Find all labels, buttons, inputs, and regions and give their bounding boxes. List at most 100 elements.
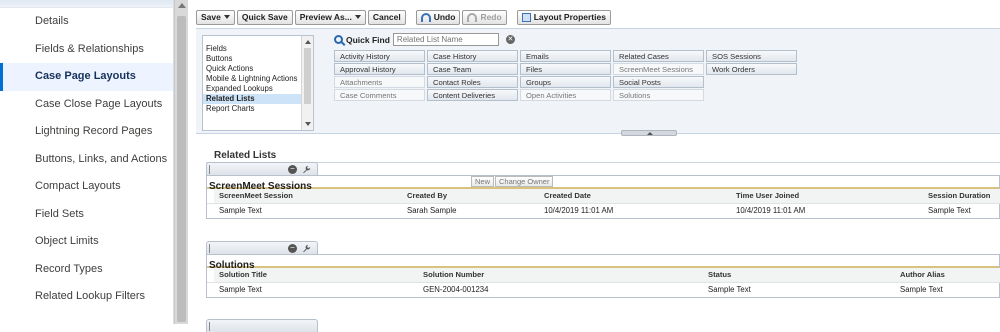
nav-item-related-lookup-filters[interactable]: Related Lookup Filters — [0, 283, 173, 311]
wrench-icon[interactable] — [302, 165, 311, 174]
palette-category-item[interactable]: Buttons — [203, 54, 313, 64]
palette-item[interactable]: Solutions — [613, 89, 704, 101]
category-scrollbar[interactable] — [301, 36, 313, 130]
palette-items-grid: Activity History Case History Emails Relate… — [334, 50, 797, 102]
column-header[interactable]: Status — [703, 268, 895, 283]
category-items: Fields Buttons Quick Actions Mobile & Light… — [203, 36, 313, 114]
scroll-thumb[interactable] — [177, 16, 186, 322]
related-list-button[interactable]: Change Owner — [495, 176, 554, 187]
palette-item[interactable]: Open Activities — [520, 89, 611, 101]
palette-category-item[interactable]: Report Charts — [203, 104, 313, 114]
palette-item[interactable]: Groups — [520, 76, 611, 88]
layout-editor: Save Quick Save Preview As... Cancel Und… — [196, 0, 1000, 332]
related-list-block[interactable] — [206, 319, 1000, 332]
palette-resize-handle[interactable] — [621, 130, 677, 136]
redo-label: Redo — [480, 11, 502, 22]
scroll-thumb[interactable] — [304, 48, 311, 104]
palette-item[interactable]: Social Posts — [613, 76, 704, 88]
table-row: Sample Text GEN-2004-001234 Sample Text Sam… — [207, 282, 1000, 297]
related-list-button[interactable]: New — [471, 176, 495, 187]
palette-item[interactable]: Case Team — [427, 63, 518, 75]
column-header[interactable]: Created Date — [539, 189, 731, 204]
quick-save-button[interactable]: Quick Save — [236, 9, 293, 25]
quick-find: Quick Find ✕ — [334, 33, 515, 46]
cancel-label: Cancel — [372, 11, 401, 22]
palette-item[interactable]: Work Orders — [706, 63, 797, 75]
palette-item[interactable]: Contact Roles — [427, 76, 518, 88]
related-list-block[interactable]: − Solutions Solution Title Solution Number S… — [206, 241, 1000, 298]
related-list-title-row: Solutions — [207, 255, 999, 271]
palette-category-item[interactable]: Quick Actions — [203, 64, 313, 74]
palette-item[interactable]: Content Deliveries — [427, 89, 518, 101]
wrench-icon[interactable] — [302, 244, 311, 253]
related-list-title-row: ScreenMeet Sessions New Change Owner — [207, 176, 999, 192]
cancel-button[interactable]: Cancel — [367, 9, 406, 25]
palette-category-item[interactable]: Expanded Lookups — [203, 84, 313, 94]
palette-item[interactable]: Emails — [520, 50, 611, 62]
chevron-down-icon — [223, 15, 230, 19]
chevron-down-icon — [354, 15, 361, 19]
scroll-up-icon[interactable] — [178, 3, 186, 8]
nav-item-buttons-links-and-actions[interactable]: Buttons, Links, and Actions — [0, 146, 173, 174]
column-header[interactable]: Created By — [402, 189, 539, 204]
related-list-block[interactable]: − ScreenMeet Sessions New Change Owner Scree… — [206, 162, 1000, 219]
preview-as-button[interactable]: Preview As... — [294, 9, 366, 25]
grip-icon — [209, 165, 210, 174]
table-cell: Sample Text — [928, 206, 971, 216]
related-list-drag-handle[interactable] — [206, 319, 318, 332]
related-list-title: Solutions — [209, 260, 255, 271]
palette-item[interactable]: Case History — [427, 50, 518, 62]
layout-toolbar: Save Quick Save Preview As... Cancel Und… — [196, 8, 611, 26]
palette-item[interactable]: SOS Sessions — [706, 50, 797, 62]
column-header[interactable]: Author Alias — [895, 268, 1000, 283]
related-list-buttons: New Change Owner — [471, 176, 554, 187]
palette-item[interactable]: ScreenMeet Sessions — [613, 63, 704, 75]
undo-icon — [420, 12, 431, 22]
nav-item-fields-relationships[interactable]: Fields & Relationships — [0, 36, 173, 64]
nav-item-case-page-layouts[interactable]: Case Page Layouts — [0, 63, 173, 91]
palette-category-item[interactable]: Fields — [203, 44, 313, 54]
layout-properties-icon — [521, 12, 531, 22]
nav-item-field-sets[interactable]: Field Sets — [0, 201, 173, 229]
column-header[interactable]: Session Duration — [923, 189, 1000, 204]
nav-item-case-close-page-layouts[interactable]: Case Close Page Layouts — [0, 91, 173, 119]
layout-properties-label: Layout Properties — [533, 11, 606, 22]
save-button[interactable]: Save — [196, 9, 235, 25]
nav-item-object-limits[interactable]: Object Limits — [0, 228, 173, 256]
nav-item-record-types[interactable]: Record Types — [0, 256, 173, 284]
palette-item[interactable]: Related Cases — [613, 50, 704, 62]
nav-item-details[interactable]: Details — [0, 8, 173, 36]
remove-icon[interactable]: − — [288, 244, 297, 253]
table-cell: Sample Text — [219, 285, 262, 295]
nav-item-compact-layouts[interactable]: Compact Layouts — [0, 173, 173, 201]
palette-category-item[interactable]: Related Lists — [203, 94, 313, 104]
redo-button[interactable]: Redo — [462, 9, 507, 25]
palette-item[interactable]: Files — [520, 63, 611, 75]
undo-button[interactable]: Undo — [415, 9, 461, 25]
nav-item-lightning-record-pages[interactable]: Lightning Record Pages — [0, 118, 173, 146]
palette-item[interactable]: Case Comments — [334, 89, 425, 101]
page-scrollbar[interactable] — [174, 0, 188, 324]
quick-find-input[interactable] — [392, 33, 499, 46]
column-header[interactable]: Time User Joined — [731, 189, 923, 204]
table-cell: Sample Text — [219, 206, 262, 216]
palette-item[interactable]: Attachments — [334, 76, 425, 88]
palette-item[interactable]: Activity History — [334, 50, 425, 62]
related-list-drag-handle[interactable]: − — [206, 162, 318, 175]
palette-category-item[interactable]: Mobile & Lightning Actions — [203, 74, 313, 84]
related-list-drag-handle[interactable]: − — [206, 241, 318, 254]
palette: Fields Buttons Quick Actions Mobile & Light… — [196, 28, 1000, 136]
column-header[interactable]: Solution Number — [418, 268, 703, 283]
scroll-up-icon[interactable] — [305, 40, 311, 44]
quick-save-label: Quick Save — [241, 11, 288, 22]
remove-icon[interactable]: − — [288, 165, 297, 174]
related-list-table: ScreenMeet Session Created By Created Date… — [207, 189, 1000, 218]
nav-list: Details Fields & Relationships Case Page L… — [0, 8, 173, 311]
clear-search-icon[interactable]: ✕ — [505, 35, 515, 44]
palette-item[interactable]: Approval History — [334, 63, 425, 75]
palette-category-list[interactable]: Fields Buttons Quick Actions Mobile & Light… — [202, 35, 314, 131]
setup-side-nav: Details Fields & Relationships Case Page L… — [0, 0, 174, 324]
layout-properties-button[interactable]: Layout Properties — [516, 9, 611, 25]
table-cell: Sarah Sample — [407, 206, 457, 216]
scroll-down-icon[interactable] — [305, 122, 311, 126]
